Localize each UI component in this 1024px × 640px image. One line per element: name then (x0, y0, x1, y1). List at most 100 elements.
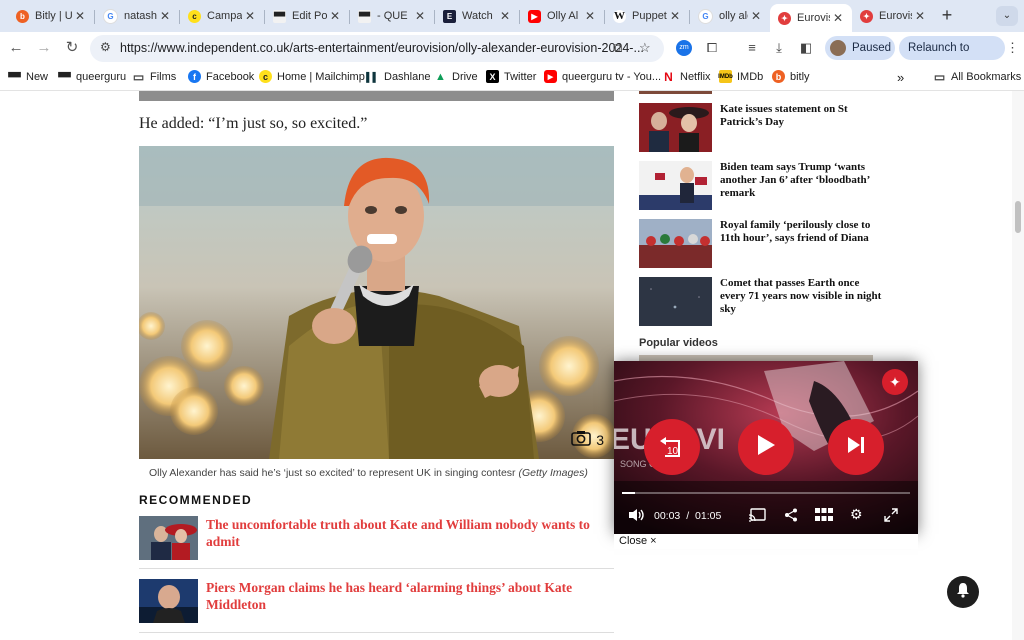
cast-icon[interactable] (748, 508, 766, 525)
tab-wikipedia-puppet[interactable]: W Puppet ✕ (605, 4, 689, 28)
sidebar-story[interactable]: Comet that passes Earth once every 71 ye… (639, 277, 882, 327)
bell-icon (956, 582, 970, 603)
notifications-button[interactable] (947, 576, 979, 608)
side-panel-icon[interactable]: ◧ (798, 40, 814, 56)
bookmark-star-icon[interactable]: ☆ (639, 40, 651, 56)
close-icon[interactable]: ✕ (912, 9, 928, 23)
tab-campaign[interactable]: c Campa ✕ (180, 4, 264, 28)
sidebar-story-title[interactable]: Kate issues statement on St Patrick’s Da… (720, 103, 882, 129)
volume-icon[interactable] (628, 508, 646, 525)
e-icon: E (443, 9, 456, 23)
extensions-icon[interactable]: ⧠ (704, 40, 720, 56)
recommended-item[interactable]: Piers Morgan claims he has heard ‘alarmi… (139, 579, 614, 625)
close-icon[interactable]: ✕ (157, 9, 173, 23)
bookmark-bitly[interactable]: b bitly (772, 70, 810, 83)
close-icon[interactable]: ✕ (667, 9, 683, 23)
address-bar[interactable]: ⚙ https://www.independent.co.uk/arts-ent… (90, 35, 664, 62)
bookmark-mailchimp[interactable]: c Home | Mailchimp (259, 70, 365, 83)
bookmark-facebook[interactable]: f Facebook (188, 70, 254, 83)
bookmark-films[interactable]: ▭ Films (132, 70, 176, 84)
profile-paused-button[interactable]: Paused (825, 36, 895, 60)
current-time: 00:03 (654, 510, 681, 522)
page-scrollbar[interactable] (1012, 91, 1024, 640)
sidebar-story-title[interactable]: Biden team says Trump ‘wants another Jan… (720, 161, 882, 200)
bookmark-label: queerguru tv - You... (562, 70, 662, 83)
sidebar-thumbnail[interactable] (639, 103, 712, 152)
tab-eurovision-active[interactable]: ✦ Eurovis ✕ (770, 4, 852, 32)
caption-text: Olly Alexander has said he’s ‘just so ex… (149, 467, 516, 479)
sidebar-story-title[interactable]: Royal family ‘perilously close to 11th h… (720, 219, 882, 245)
reload-button[interactable]: ↻ (62, 38, 82, 58)
share-icon[interactable] (784, 508, 798, 525)
close-icon[interactable]: ✕ (412, 9, 428, 23)
bookmark-netflix[interactable]: N Netflix (662, 70, 710, 84)
grid-icon[interactable] (815, 508, 833, 525)
rewind-10-button[interactable]: 10 (644, 419, 700, 475)
close-icon[interactable]: ✕ (748, 9, 764, 23)
recommended-thumbnail[interactable] (139, 516, 198, 560)
tab-queerguru[interactable]: ▀▀ - QUE ✕ (350, 4, 434, 28)
imdb-icon: IMDb (718, 70, 733, 83)
close-icon[interactable]: ✕ (497, 9, 513, 23)
bookmark-queerguru-tv[interactable]: ▶ queerguru tv - You... (544, 70, 661, 83)
floating-video-player[interactable]: EUROVI SONG CONTEST ✦ 10 00:03 / 01:05 (614, 361, 918, 534)
video-progress-bar[interactable] (622, 492, 910, 494)
bookmark-queerguru[interactable]: ▀▀ queerguru (58, 70, 126, 83)
bookmark-drive[interactable]: ▲ Drive (434, 70, 478, 83)
bookmark-label: Home | Mailchimp (277, 70, 365, 83)
bookmark-imdb[interactable]: IMDb IMDb (718, 70, 763, 83)
sidebar-story-title[interactable]: Comet that passes Earth once every 71 ye… (720, 277, 882, 316)
bookmarks-overflow-button[interactable]: » (897, 70, 904, 85)
forward-button[interactable]: → (34, 38, 54, 58)
sidebar-story[interactable]: Kate issues statement on St Patrick’s Da… (639, 103, 879, 153)
tab-watch[interactable]: E Watch ✕ (435, 4, 519, 28)
all-bookmarks-button[interactable]: ▭ All Bookmarks (933, 70, 1021, 84)
tab-eurovision[interactable]: ✦ Eurovis ✕ (852, 4, 934, 28)
close-icon[interactable]: ✕ (582, 9, 598, 23)
recommended-item[interactable]: The uncomfortable truth about Kate and W… (139, 516, 614, 562)
tab-edit-post[interactable]: ▀▀ Edit Po ✕ (265, 4, 349, 28)
tab-youtube-olly[interactable]: ▶ Olly Al ✕ (520, 4, 604, 28)
scrollbar-thumb[interactable] (1015, 201, 1021, 233)
recommended-thumbnail[interactable] (139, 579, 198, 623)
hero-image[interactable]: 3 (139, 146, 614, 459)
play-button[interactable] (738, 419, 794, 475)
tab-search-button[interactable]: ⌄ (996, 6, 1018, 26)
bookmark-label: Facebook (206, 70, 255, 83)
close-icon[interactable]: ✕ (830, 11, 846, 25)
settings-gear-icon[interactable]: ⚙ (850, 506, 863, 523)
sidebar-thumbnail[interactable] (639, 219, 712, 268)
download-icon[interactable]: ⤓ (771, 40, 787, 56)
tab-google-olly[interactable]: G olly ale ✕ (690, 4, 770, 28)
close-player-button[interactable]: Close × (619, 535, 657, 547)
relaunch-button[interactable]: Relaunch to update (899, 36, 1005, 78)
bookmark-label: queerguru (76, 70, 127, 83)
photo-count-button[interactable]: 3 (571, 430, 604, 449)
close-icon[interactable]: ✕ (72, 9, 88, 23)
media-control-icon[interactable]: ≡ (744, 40, 760, 56)
recommended-title[interactable]: Piers Morgan claims he has heard ‘alarmi… (206, 579, 611, 613)
new-tab-button[interactable]: + (938, 6, 956, 24)
cast-tab-icon[interactable]: ⧉ (613, 40, 622, 56)
close-icon[interactable]: ✕ (327, 9, 343, 23)
sidebar-story[interactable]: Royal family ‘perilously close to 11th h… (639, 219, 879, 269)
tab-google-natash[interactable]: G natash ✕ (95, 4, 179, 28)
next-button[interactable] (828, 419, 884, 475)
bookmark-twitter[interactable]: X Twitter (486, 70, 536, 83)
url-text[interactable]: https://www.independent.co.uk/arts-enter… (120, 41, 644, 55)
site-info-icon[interactable]: ⚙ (100, 40, 111, 54)
recommended-title[interactable]: The uncomfortable truth about Kate and W… (206, 516, 611, 550)
sidebar-story[interactable]: Biden team says Trump ‘wants another Jan… (639, 161, 879, 211)
zm-extension-icon[interactable]: zm (676, 40, 692, 56)
bookmark-dashlane[interactable]: ▌▌ Dashlane (366, 70, 430, 83)
back-button[interactable]: ← (6, 38, 26, 58)
sidebar-thumbnail[interactable] (639, 161, 712, 210)
close-icon[interactable]: ✕ (242, 9, 258, 23)
recommended-heading: RECOMMENDED (139, 493, 253, 507)
browser-menu-icon[interactable]: ⋮ (1006, 40, 1019, 56)
tab-bitly[interactable]: b Bitly | U ✕ (8, 4, 94, 28)
bookmark-new[interactable]: ▀▀ New (8, 70, 48, 83)
sidebar-thumbnail[interactable] (639, 277, 712, 326)
fullscreen-icon[interactable] (884, 508, 898, 525)
previous-image-bottom (139, 91, 614, 101)
